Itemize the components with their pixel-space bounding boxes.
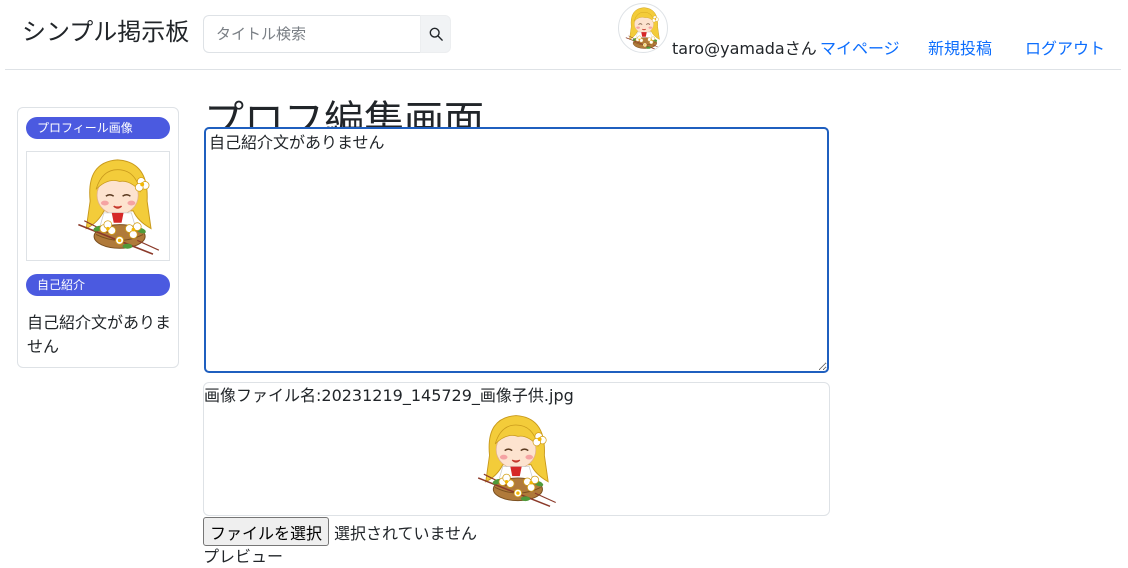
file-input: ファイルを選択 選択されていません [203,517,477,546]
image-preview-box: 画像ファイル名:20231219_145729_画像子供.jpg [203,382,830,516]
nav-logout-link[interactable]: ログアウト [1025,38,1105,60]
image-file-name: 画像ファイル名:20231219_145729_画像子供.jpg [204,386,574,405]
nav-mypage-link[interactable]: マイページ [820,38,900,60]
navbar: シンプル掲示板 taro@yamadaさん マイページ 新規投稿 ログアウト [0,0,1128,70]
navbar-divider [5,69,1121,70]
profile-image [26,151,170,261]
search-form [203,15,451,53]
search-button[interactable] [420,15,451,53]
user-email: taro@yamadaさん [672,39,817,58]
preview-label: プレビュー [203,547,284,566]
intro-textarea[interactable]: 自己紹介文がありません [204,127,829,373]
site-brand[interactable]: シンプル掲示板 [22,15,189,49]
intro-badge: 自己紹介 [26,274,170,296]
search-input[interactable] [203,15,420,53]
current-image [468,408,564,512]
profile-sidebar-card: プロフィール画像 自己紹介 自己紹介文がありません [17,107,179,368]
profile-image-badge: プロフィール画像 [26,117,170,139]
nav-new-post-link[interactable]: 新規投稿 [928,38,992,60]
avatar[interactable] [618,3,668,53]
file-status-text: 選択されていません [334,523,478,543]
search-icon [429,27,443,41]
intro-text: 自己紹介文がありません [27,313,172,356]
choose-file-button[interactable]: ファイルを選択 [203,517,330,546]
